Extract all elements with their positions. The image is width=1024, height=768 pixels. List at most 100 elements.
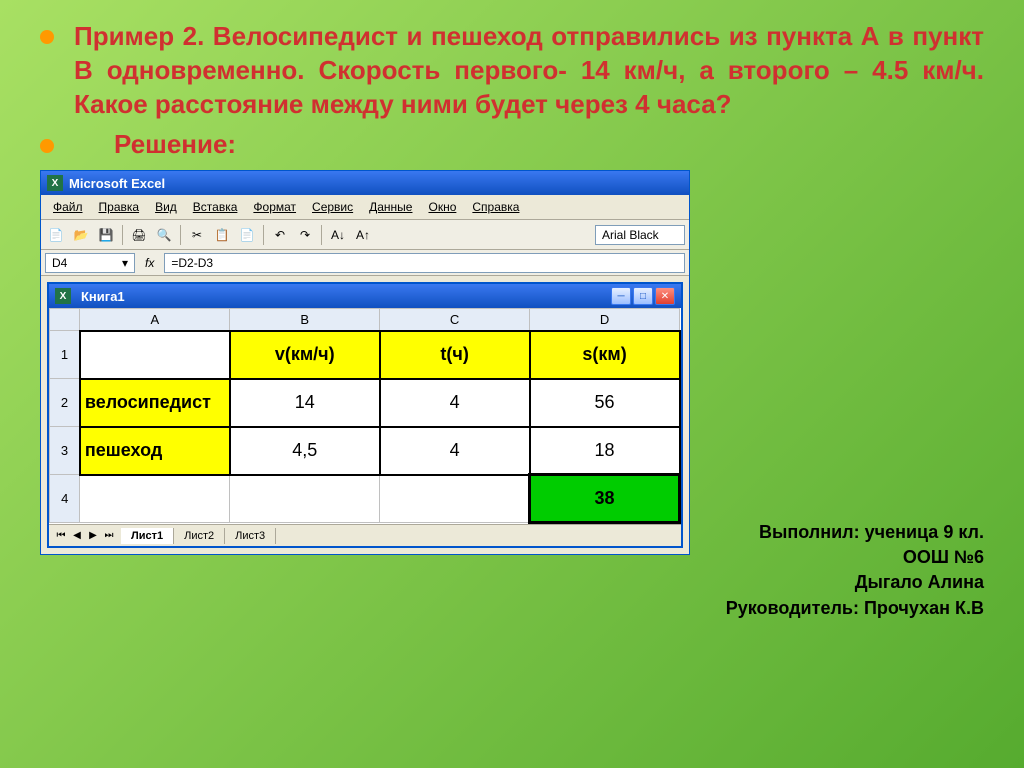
excel-window: X Microsoft Excel Файл Правка Вид Вставк… — [40, 170, 690, 555]
separator — [122, 225, 123, 245]
cell-c4[interactable] — [380, 475, 530, 523]
row-header[interactable]: 1 — [50, 331, 80, 379]
spreadsheet-grid[interactable]: A B C D 1 v(км/ч) t(ч) s(км) — [49, 308, 681, 524]
cell-b3[interactable]: 4,5 — [230, 427, 380, 475]
separator — [180, 225, 181, 245]
sheet-tab-1[interactable]: Лист1 — [121, 528, 174, 544]
tab-next-icon[interactable]: ▶ — [85, 528, 101, 544]
table-row: 1 v(км/ч) t(ч) s(км) — [50, 331, 680, 379]
problem-bullet: Пример 2. Велосипедист и пешеход отправи… — [40, 20, 984, 121]
menu-file[interactable]: Файл — [45, 198, 91, 216]
excel-titlebar[interactable]: X Microsoft Excel — [41, 171, 689, 195]
credit-line: Руководитель: Прочухан К.В — [684, 596, 984, 621]
cell-a4[interactable] — [80, 475, 230, 523]
name-box[interactable]: D4 ▾ — [45, 253, 135, 273]
cell-d4-active[interactable]: 38 — [530, 475, 680, 523]
menu-bar: Файл Правка Вид Вставка Формат Сервис Да… — [41, 195, 689, 220]
sheet-tab-3[interactable]: Лист3 — [225, 528, 276, 544]
menu-help[interactable]: Справка — [464, 198, 527, 216]
new-doc-icon[interactable]: 📄 — [45, 224, 67, 246]
row-header[interactable]: 4 — [50, 475, 80, 523]
workbook-icon: X — [55, 288, 71, 304]
cell-b2[interactable]: 14 — [230, 379, 380, 427]
row-header[interactable]: 3 — [50, 427, 80, 475]
cell-c1[interactable]: t(ч) — [380, 331, 530, 379]
formula-bar: D4 ▾ fx =D2-D3 — [41, 250, 689, 276]
font-name-selector[interactable]: Arial Black — [595, 225, 685, 245]
preview-icon[interactable]: 🔍 — [153, 224, 175, 246]
cell-d1[interactable]: s(км) — [530, 331, 680, 379]
col-header-a[interactable]: A — [80, 309, 230, 331]
save-icon[interactable]: 💾 — [95, 224, 117, 246]
grid-area: A B C D 1 v(км/ч) t(ч) s(км) — [49, 308, 681, 524]
credit-line: Дыгало Алина — [684, 570, 984, 595]
sort-desc-icon[interactable]: A↑ — [352, 224, 374, 246]
excel-app-title: Microsoft Excel — [69, 176, 165, 191]
table-row: 3 пешеход 4,5 4 18 — [50, 427, 680, 475]
workbook-titlebar[interactable]: X Книга1 ─ □ ✕ — [49, 284, 681, 308]
excel-screenshot: X Microsoft Excel Файл Правка Вид Вставк… — [40, 170, 690, 555]
cell-a2[interactable]: велосипедист — [80, 379, 230, 427]
cell-b4[interactable] — [230, 475, 380, 523]
separator — [321, 225, 322, 245]
menu-window[interactable]: Окно — [420, 198, 464, 216]
bullet-icon — [40, 139, 54, 153]
cell-c3[interactable]: 4 — [380, 427, 530, 475]
cell-a1[interactable] — [80, 331, 230, 379]
col-header-c[interactable]: C — [380, 309, 530, 331]
menu-insert[interactable]: Вставка — [185, 198, 246, 216]
sheet-tabs-bar: ⏮ ◀ ▶ ⏭ Лист1 Лист2 Лист3 — [49, 524, 681, 546]
col-header-b[interactable]: B — [230, 309, 380, 331]
problem-text: Пример 2. Велосипедист и пешеход отправи… — [74, 20, 984, 121]
cell-d3[interactable]: 18 — [530, 427, 680, 475]
cell-b1[interactable]: v(км/ч) — [230, 331, 380, 379]
close-button[interactable]: ✕ — [655, 287, 675, 305]
menu-format[interactable]: Формат — [245, 198, 304, 216]
col-header-d[interactable]: D — [530, 309, 680, 331]
tab-nav: ⏮ ◀ ▶ ⏭ — [49, 528, 121, 544]
row-header[interactable]: 2 — [50, 379, 80, 427]
menu-view[interactable]: Вид — [147, 198, 185, 216]
window-controls: ─ □ ✕ — [611, 287, 675, 305]
table-row: 2 велосипедист 14 4 56 — [50, 379, 680, 427]
workbook-window: X Книга1 ─ □ ✕ A B — [47, 282, 683, 548]
print-icon[interactable]: 🖨 — [128, 224, 150, 246]
solution-bullet: Решение: — [40, 129, 984, 160]
fx-icon[interactable]: fx — [139, 256, 160, 270]
undo-icon[interactable]: ↶ — [269, 224, 291, 246]
active-cell-ref: D4 — [52, 256, 67, 270]
separator — [263, 225, 264, 245]
menu-tools[interactable]: Сервис — [304, 198, 361, 216]
table-row: 4 38 — [50, 475, 680, 523]
workbook-title: X Книга1 — [55, 288, 125, 304]
redo-icon[interactable]: ↷ — [294, 224, 316, 246]
minimize-button[interactable]: ─ — [611, 287, 631, 305]
copy-icon[interactable]: 📋 — [211, 224, 233, 246]
column-header-row: A B C D — [50, 309, 680, 331]
cell-a3[interactable]: пешеход — [80, 427, 230, 475]
slide: Пример 2. Велосипедист и пешеход отправи… — [0, 0, 1024, 768]
tab-last-icon[interactable]: ⏭ — [101, 528, 117, 544]
paste-icon[interactable]: 📄 — [236, 224, 258, 246]
formula-input[interactable]: =D2-D3 — [164, 253, 685, 273]
select-all-corner[interactable] — [50, 309, 80, 331]
bullet-icon — [40, 30, 54, 44]
credit-line: Выполнил: ученица 9 кл. — [684, 520, 984, 545]
cell-d2[interactable]: 56 — [530, 379, 680, 427]
maximize-button[interactable]: □ — [633, 287, 653, 305]
cut-icon[interactable]: ✂ — [186, 224, 208, 246]
sheet-tab-2[interactable]: Лист2 — [174, 528, 225, 544]
sort-asc-icon[interactable]: A↓ — [327, 224, 349, 246]
open-icon[interactable]: 📂 — [70, 224, 92, 246]
menu-data[interactable]: Данные — [361, 198, 420, 216]
tab-first-icon[interactable]: ⏮ — [53, 528, 69, 544]
excel-app-icon: X — [47, 175, 63, 191]
tab-prev-icon[interactable]: ◀ — [69, 528, 85, 544]
credits-block: Выполнил: ученица 9 кл. ООШ №6 Дыгало Ал… — [684, 520, 984, 621]
solution-label: Решение: — [114, 129, 236, 160]
menu-edit[interactable]: Правка — [91, 198, 148, 216]
credit-line: ООШ №6 — [684, 545, 984, 570]
cell-c2[interactable]: 4 — [380, 379, 530, 427]
dropdown-icon[interactable]: ▾ — [122, 256, 128, 270]
standard-toolbar: 📄 📂 💾 🖨 🔍 ✂ 📋 📄 ↶ ↷ A↓ A↑ Arial Black — [41, 220, 689, 250]
